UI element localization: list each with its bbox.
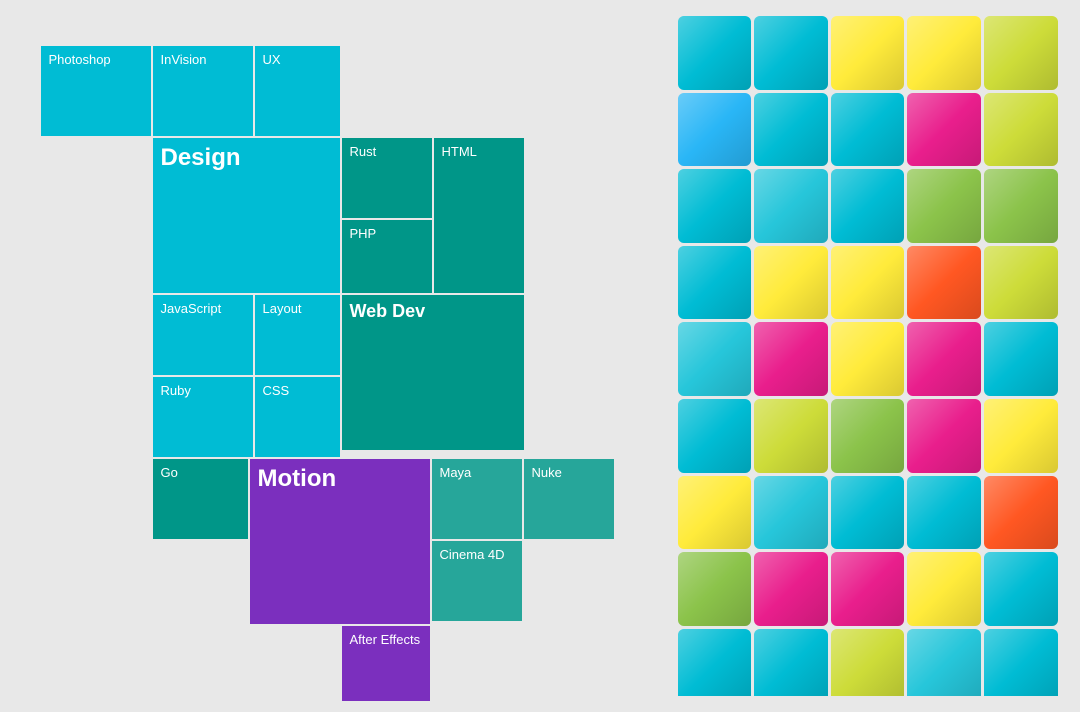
block-24: [984, 322, 1058, 396]
block-25: [678, 399, 752, 473]
block-43: [907, 629, 981, 696]
tile-design[interactable]: Design: [153, 138, 340, 293]
block-42: [831, 629, 905, 696]
tile-ruby[interactable]: Ruby: [153, 377, 253, 457]
block-36: [754, 552, 828, 626]
block-2: [831, 16, 905, 90]
block-1: [754, 16, 828, 90]
block-35: [678, 552, 752, 626]
block-7: [831, 93, 905, 167]
block-20: [678, 322, 752, 396]
tile-go[interactable]: Go: [153, 459, 248, 539]
block-19: [984, 246, 1058, 320]
block-14: [984, 169, 1058, 243]
block-5: [678, 93, 752, 167]
block-11: [754, 169, 828, 243]
tile-invision[interactable]: InVision: [153, 46, 253, 136]
block-17: [831, 246, 905, 320]
block-30: [678, 476, 752, 550]
block-37: [831, 552, 905, 626]
block-8: [907, 93, 981, 167]
tile-ux[interactable]: UX: [255, 46, 340, 136]
block-34: [984, 476, 1058, 550]
blocks-grid: [678, 16, 1058, 696]
tile-rust[interactable]: Rust: [342, 138, 432, 218]
block-22: [831, 322, 905, 396]
block-29: [984, 399, 1058, 473]
block-12: [831, 169, 905, 243]
tile-motion[interactable]: Motion: [250, 459, 430, 624]
block-40: [678, 629, 752, 696]
block-6: [754, 93, 828, 167]
tile-javascript[interactable]: JavaScript: [153, 295, 253, 375]
block-26: [754, 399, 828, 473]
block-38: [907, 552, 981, 626]
tile-aftereffects[interactable]: After Effects: [342, 626, 430, 701]
tile-maya[interactable]: Maya: [432, 459, 522, 539]
block-0: [678, 16, 752, 90]
block-23: [907, 322, 981, 396]
tile-css[interactable]: CSS: [255, 377, 340, 457]
tile-nuke[interactable]: Nuke: [524, 459, 614, 539]
tile-webdev[interactable]: Web Dev: [342, 295, 524, 450]
block-9: [984, 93, 1058, 167]
block-15: [678, 246, 752, 320]
tile-html[interactable]: HTML: [434, 138, 524, 293]
block-18: [907, 246, 981, 320]
block-10: [678, 169, 752, 243]
block-27: [831, 399, 905, 473]
block-32: [831, 476, 905, 550]
treemap: PhotoshopInVisionUXDesignRustPHPHTML Java…: [23, 16, 633, 696]
block-4: [984, 16, 1058, 90]
tile-cinema4d[interactable]: Cinema 4D: [432, 541, 522, 621]
block-33: [907, 476, 981, 550]
block-28: [907, 399, 981, 473]
tile-layout[interactable]: Layout: [255, 295, 340, 375]
block-44: [984, 629, 1058, 696]
tile-php[interactable]: PHP: [342, 220, 432, 293]
block-13: [907, 169, 981, 243]
block-39: [984, 552, 1058, 626]
block-16: [754, 246, 828, 320]
tile-photoshop[interactable]: Photoshop: [41, 46, 151, 136]
block-21: [754, 322, 828, 396]
block-31: [754, 476, 828, 550]
block-3: [907, 16, 981, 90]
block-41: [754, 629, 828, 696]
